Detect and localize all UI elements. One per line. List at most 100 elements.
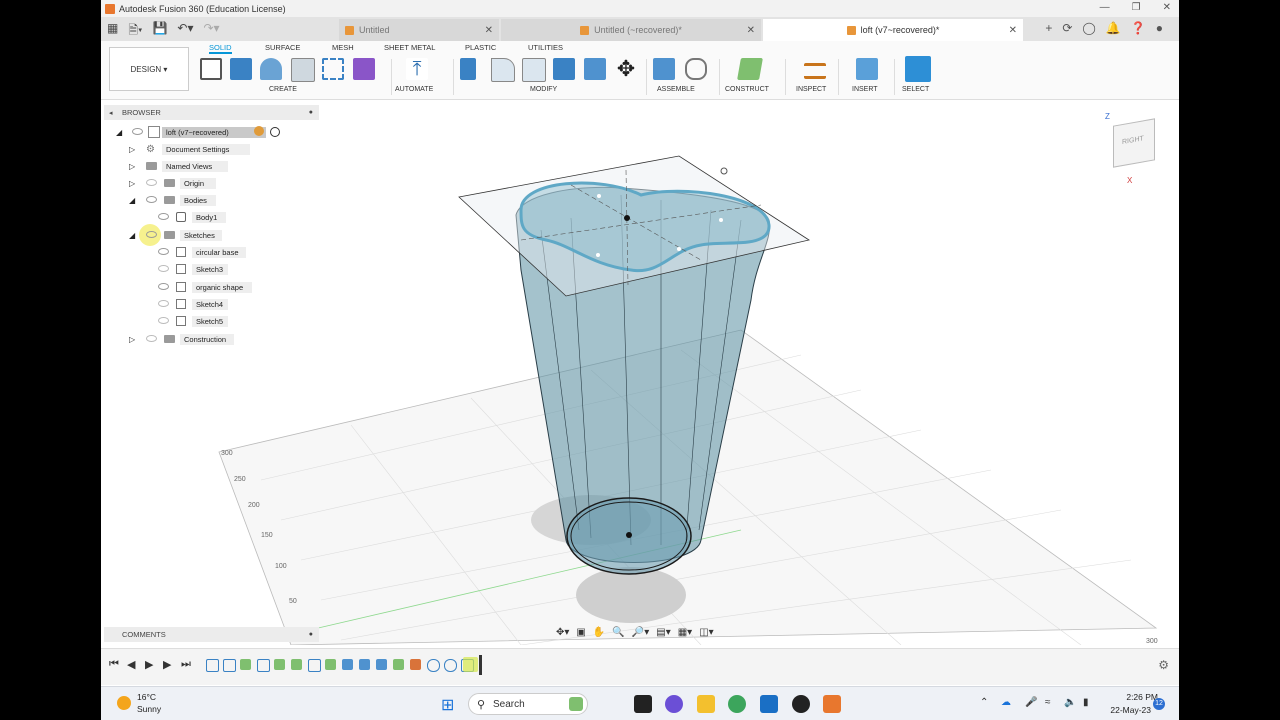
help-icon[interactable]: ❓ [1131,21,1146,35]
create-form-icon[interactable] [353,58,375,80]
tab-utilities[interactable]: UTILITIES [528,43,563,52]
save-icon[interactable]: 💾 [152,21,167,42]
weather-temperature[interactable]: 16°C [137,692,156,702]
new-component-icon[interactable] [653,58,675,80]
tab-plastic[interactable]: PLASTIC [465,43,496,52]
modify-group-label[interactable]: MODIFY [530,86,557,93]
view-cube[interactable]: RIGHT [1113,118,1155,168]
timeline-fillet-icon[interactable] [444,659,457,672]
automate-icon[interactable]: ⤒ [406,58,428,80]
create-sketch-icon[interactable] [200,58,222,80]
timeline-marker[interactable] [479,655,482,675]
pattern-icon[interactable] [322,58,344,80]
pin-icon[interactable]: ● [309,109,313,116]
taskbar-search[interactable]: ⚲ Search [468,693,588,715]
grid-settings-icon[interactable]: ▦▾ [678,627,692,638]
tab-surface[interactable]: SURFACE [265,43,300,52]
control-point[interactable] [596,253,600,257]
select-icon[interactable] [905,56,931,82]
combine-icon[interactable] [584,58,606,80]
go-to-start-icon[interactable]: ⏮ [109,658,119,671]
redo-icon[interactable]: ↷▾ [203,21,219,42]
select-group-label[interactable]: SELECT [902,86,929,93]
viewports-icon[interactable]: ◫▾ [699,627,713,638]
revolve-icon[interactable] [260,58,282,80]
shell-icon[interactable] [553,58,575,80]
volume-icon[interactable]: 🔈 [1064,697,1076,708]
close-tab-icon[interactable]: ✕ [485,25,493,36]
undo-icon[interactable]: ↶▾ [177,21,193,42]
timeline-settings-icon[interactable]: ⚙ [1158,658,1169,672]
job-status-icon[interactable]: ◯ [1082,21,1095,35]
battery-icon[interactable]: ▮ [1083,697,1089,708]
tab-untitled[interactable]: Untitled ✕ [339,19,499,41]
panel-collapse-icon[interactable]: ◂ [109,109,113,117]
center-point[interactable] [624,215,630,221]
tab-solid[interactable]: SOLID [209,43,232,54]
tab-mesh[interactable]: MESH [332,43,354,52]
timeline-plane-icon[interactable] [274,659,285,670]
create-group-label[interactable]: CREATE [269,86,297,93]
notification-count-badge[interactable]: 12 [1153,698,1165,710]
notifications-icon[interactable]: 🔔 [1106,21,1121,35]
new-tab-icon[interactable]: + [1045,21,1052,35]
control-point[interactable] [597,194,601,198]
file-menu-icon[interactable]: 🗎▾ [128,21,142,42]
weather-condition[interactable]: Sunny [137,704,161,714]
chamfer-icon[interactable] [522,58,546,82]
play-icon[interactable]: ▶ [145,658,153,671]
close-tab-icon[interactable]: ✕ [747,25,755,36]
hole-icon[interactable] [291,58,315,82]
browser-panel-header[interactable]: BROWSER ● ◂ [104,105,319,120]
tab-sheet-metal[interactable]: SHEET METAL [384,43,435,52]
timeline-sketch-icon[interactable] [223,659,236,672]
timeline-shell-icon[interactable] [463,657,478,672]
timeline-sketch-icon[interactable] [206,659,219,672]
insert-group-label[interactable]: INSERT [852,86,878,93]
data-panel-icon[interactable]: ▦ [107,21,118,42]
task-view-icon[interactable] [634,695,652,713]
assemble-group-label[interactable]: ASSEMBLE [657,86,695,93]
3d-viewport[interactable]: 300 250 200 150 100 50 300 RIGHT Z X [101,100,1179,646]
timeline-plane-icon[interactable] [325,659,336,670]
step-forward-icon[interactable]: ▶ [163,658,171,671]
zoom-icon[interactable]: 🔍 [612,627,624,638]
press-pull-icon[interactable] [460,58,476,80]
timeline-plane-icon[interactable] [240,659,251,670]
control-point[interactable] [677,247,681,251]
tab-loft[interactable]: loft (v7~recovered)* ✕ [763,19,1023,41]
maximize-icon[interactable]: ❐ [1132,2,1141,13]
comments-panel-header[interactable]: COMMENTS ● [104,627,319,642]
obs-icon[interactable] [792,695,810,713]
timeline-fillet-icon[interactable] [427,659,440,672]
tab-untitled-recovered[interactable]: Untitled (~recovered)* ✕ [501,19,761,41]
timeline-loft-icon[interactable] [359,659,370,670]
timeline-plane-icon[interactable] [291,659,302,670]
timeline-feature-icon[interactable] [410,659,421,670]
close-tab-icon[interactable]: ✕ [1009,25,1017,36]
control-point[interactable] [719,218,723,222]
insert-image-icon[interactable] [856,58,878,80]
display-settings-icon[interactable]: ▤▾ [656,627,670,638]
close-icon[interactable]: ✕ [1163,2,1171,13]
user-avatar[interactable]: ● [1156,21,1163,35]
clock-time[interactable]: 2:26 PM [1108,692,1158,702]
fit-icon[interactable]: 🔎▾ [632,627,649,638]
clock-date[interactable]: 22-May-23 [1101,705,1151,715]
version-icon[interactable] [254,126,264,136]
teams-icon[interactable] [665,695,683,713]
go-to-end-icon[interactable]: ⏭ [181,658,191,671]
file-explorer-icon[interactable] [697,695,715,713]
control-point[interactable] [720,167,728,175]
base-center-point[interactable] [626,532,632,538]
offset-plane-icon[interactable] [737,58,763,80]
microphone-icon[interactable]: 🎤 [1025,697,1037,708]
onedrive-icon[interactable]: ☁ [1001,697,1011,708]
extensions-icon[interactable]: ⟳ [1062,21,1072,35]
measure-icon[interactable] [804,63,826,79]
start-icon[interactable]: ⊞ [441,695,454,715]
weather-icon[interactable] [117,696,131,710]
fusion-taskbar-icon[interactable] [823,695,841,713]
timeline-sketch-icon[interactable] [257,659,270,672]
automate-group-label[interactable]: AUTOMATE [395,86,433,93]
